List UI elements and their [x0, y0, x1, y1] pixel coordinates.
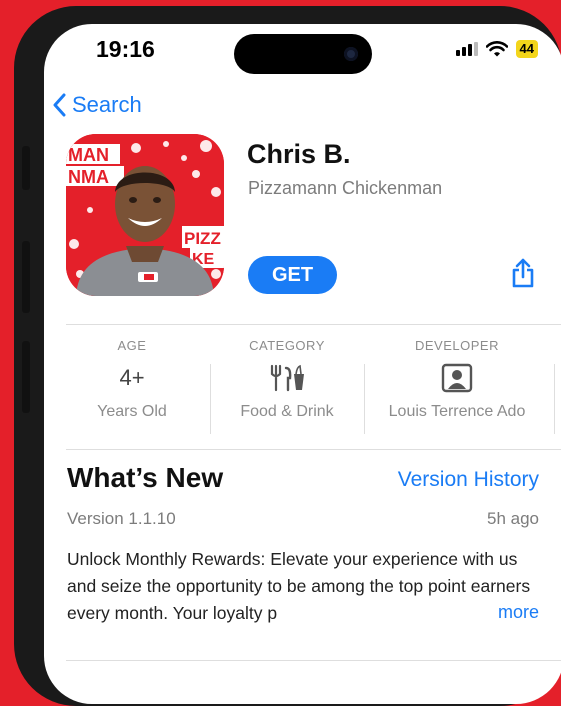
- whats-new-heading: What’s New: [67, 462, 224, 493]
- back-label: Search: [72, 92, 142, 117]
- icon-text-2: NMA: [68, 167, 109, 187]
- info-separator: [364, 364, 365, 434]
- app-name: Chris B.: [247, 139, 351, 169]
- info-age-value: 4+: [119, 365, 145, 390]
- status-icons: 44: [455, 40, 538, 58]
- info-separator: [554, 364, 555, 434]
- info-developer-sub: Louis Terrence Ado: [388, 403, 526, 420]
- utensils-icon: [270, 364, 304, 392]
- version-number: Version 1.1.10: [67, 509, 176, 528]
- icon-text-3: PIZZ: [184, 229, 221, 248]
- back-button[interactable]: Search: [52, 92, 142, 118]
- icon-text-1: MAN: [68, 145, 109, 165]
- share-icon: [512, 258, 534, 288]
- camera-icon: [344, 47, 358, 61]
- info-row[interactable]: AGE 4+ Years Old CATEGORY Food & Drink D…: [62, 338, 561, 456]
- info-developer-value: [372, 363, 542, 393]
- phone-frame: 19:16 44 Search MAN NMA PIZZ KE Chris B.…: [14, 6, 561, 706]
- info-category-sub: Food & Drink: [240, 403, 334, 420]
- info-category-value: [217, 363, 357, 393]
- developer-icon: [441, 363, 473, 393]
- app-store-screen: 19:16 44 Search MAN NMA PIZZ KE Chris B.…: [44, 24, 561, 704]
- info-category-label: CATEGORY: [249, 338, 325, 353]
- version-history-link[interactable]: Version History: [398, 468, 539, 492]
- info-divider: [66, 449, 561, 450]
- app-icon-artwork: MAN NMA PIZZ KE: [66, 134, 224, 296]
- signal-icon: [455, 42, 478, 56]
- wifi-icon: [485, 41, 508, 57]
- more-link[interactable]: more: [495, 600, 539, 624]
- status-time: 19:16: [96, 36, 155, 62]
- side-button-volume-up: [22, 241, 30, 313]
- app-subtitle: Pizzamann Chickenman: [248, 178, 443, 198]
- header-divider: [66, 324, 561, 325]
- text-fade: [435, 600, 496, 624]
- info-category: CATEGORY Food & Drink: [217, 338, 357, 421]
- info-age: AGE 4+ Years Old: [62, 338, 202, 421]
- bottom-divider: [66, 660, 561, 661]
- info-developer: DEVELOPER Louis Terrence Ado: [372, 338, 542, 421]
- app-icon: MAN NMA PIZZ KE: [66, 134, 224, 296]
- more-wrap: more: [435, 600, 539, 624]
- side-button-mute: [22, 146, 30, 190]
- release-time: 5h ago: [487, 509, 539, 528]
- info-age-label: AGE: [117, 338, 147, 353]
- share-button[interactable]: [511, 258, 535, 293]
- side-button-volume-down: [22, 341, 30, 413]
- dynamic-island: [234, 34, 372, 74]
- info-separator: [210, 364, 211, 434]
- get-button[interactable]: GET: [248, 256, 337, 294]
- chevron-left-icon: [53, 93, 66, 117]
- info-developer-label: DEVELOPER: [415, 338, 499, 353]
- battery-indicator: 44: [515, 40, 538, 58]
- info-age-sub: Years Old: [97, 403, 167, 420]
